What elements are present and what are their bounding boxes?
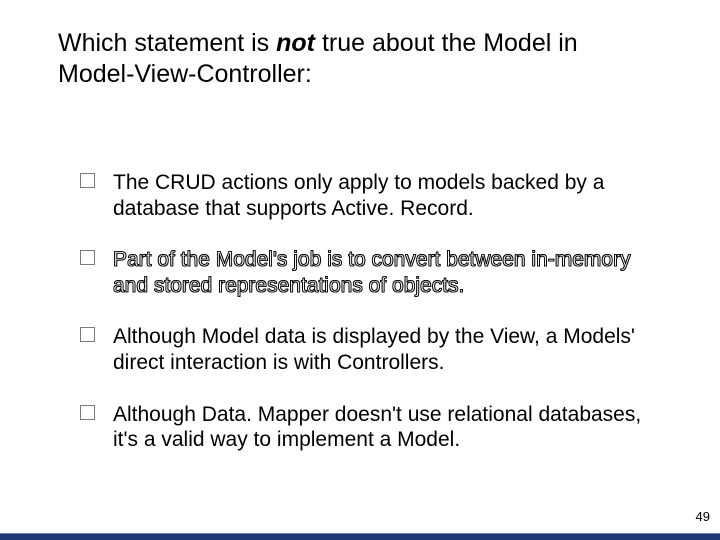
question-text: Which statement is not true about the Mo… xyxy=(58,28,638,91)
option-text: Part of the Model's job is to convert be… xyxy=(113,247,660,298)
option-row: Although Data. Mapper doesn't use relati… xyxy=(80,402,660,453)
checkbox-icon[interactable] xyxy=(80,405,95,420)
checkbox-icon[interactable] xyxy=(80,250,95,265)
checkbox-icon[interactable] xyxy=(80,327,95,342)
option-text: Although Model data is displayed by the … xyxy=(113,324,660,375)
option-text: Although Data. Mapper doesn't use relati… xyxy=(113,402,660,453)
question-prefix: Which statement is xyxy=(58,29,276,57)
footer-bar xyxy=(0,534,720,540)
option-row: Although Model data is displayed by the … xyxy=(80,324,660,375)
options-list: The CRUD actions only apply to models ba… xyxy=(80,170,660,479)
option-text: The CRUD actions only apply to models ba… xyxy=(113,170,660,221)
option-row: The CRUD actions only apply to models ba… xyxy=(80,170,660,221)
question-not-word: not xyxy=(276,29,315,57)
slide: Which statement is not true about the Mo… xyxy=(0,0,720,540)
checkbox-icon[interactable] xyxy=(80,173,95,188)
option-row: Part of the Model's job is to convert be… xyxy=(80,247,660,298)
page-number: 49 xyxy=(696,509,710,524)
